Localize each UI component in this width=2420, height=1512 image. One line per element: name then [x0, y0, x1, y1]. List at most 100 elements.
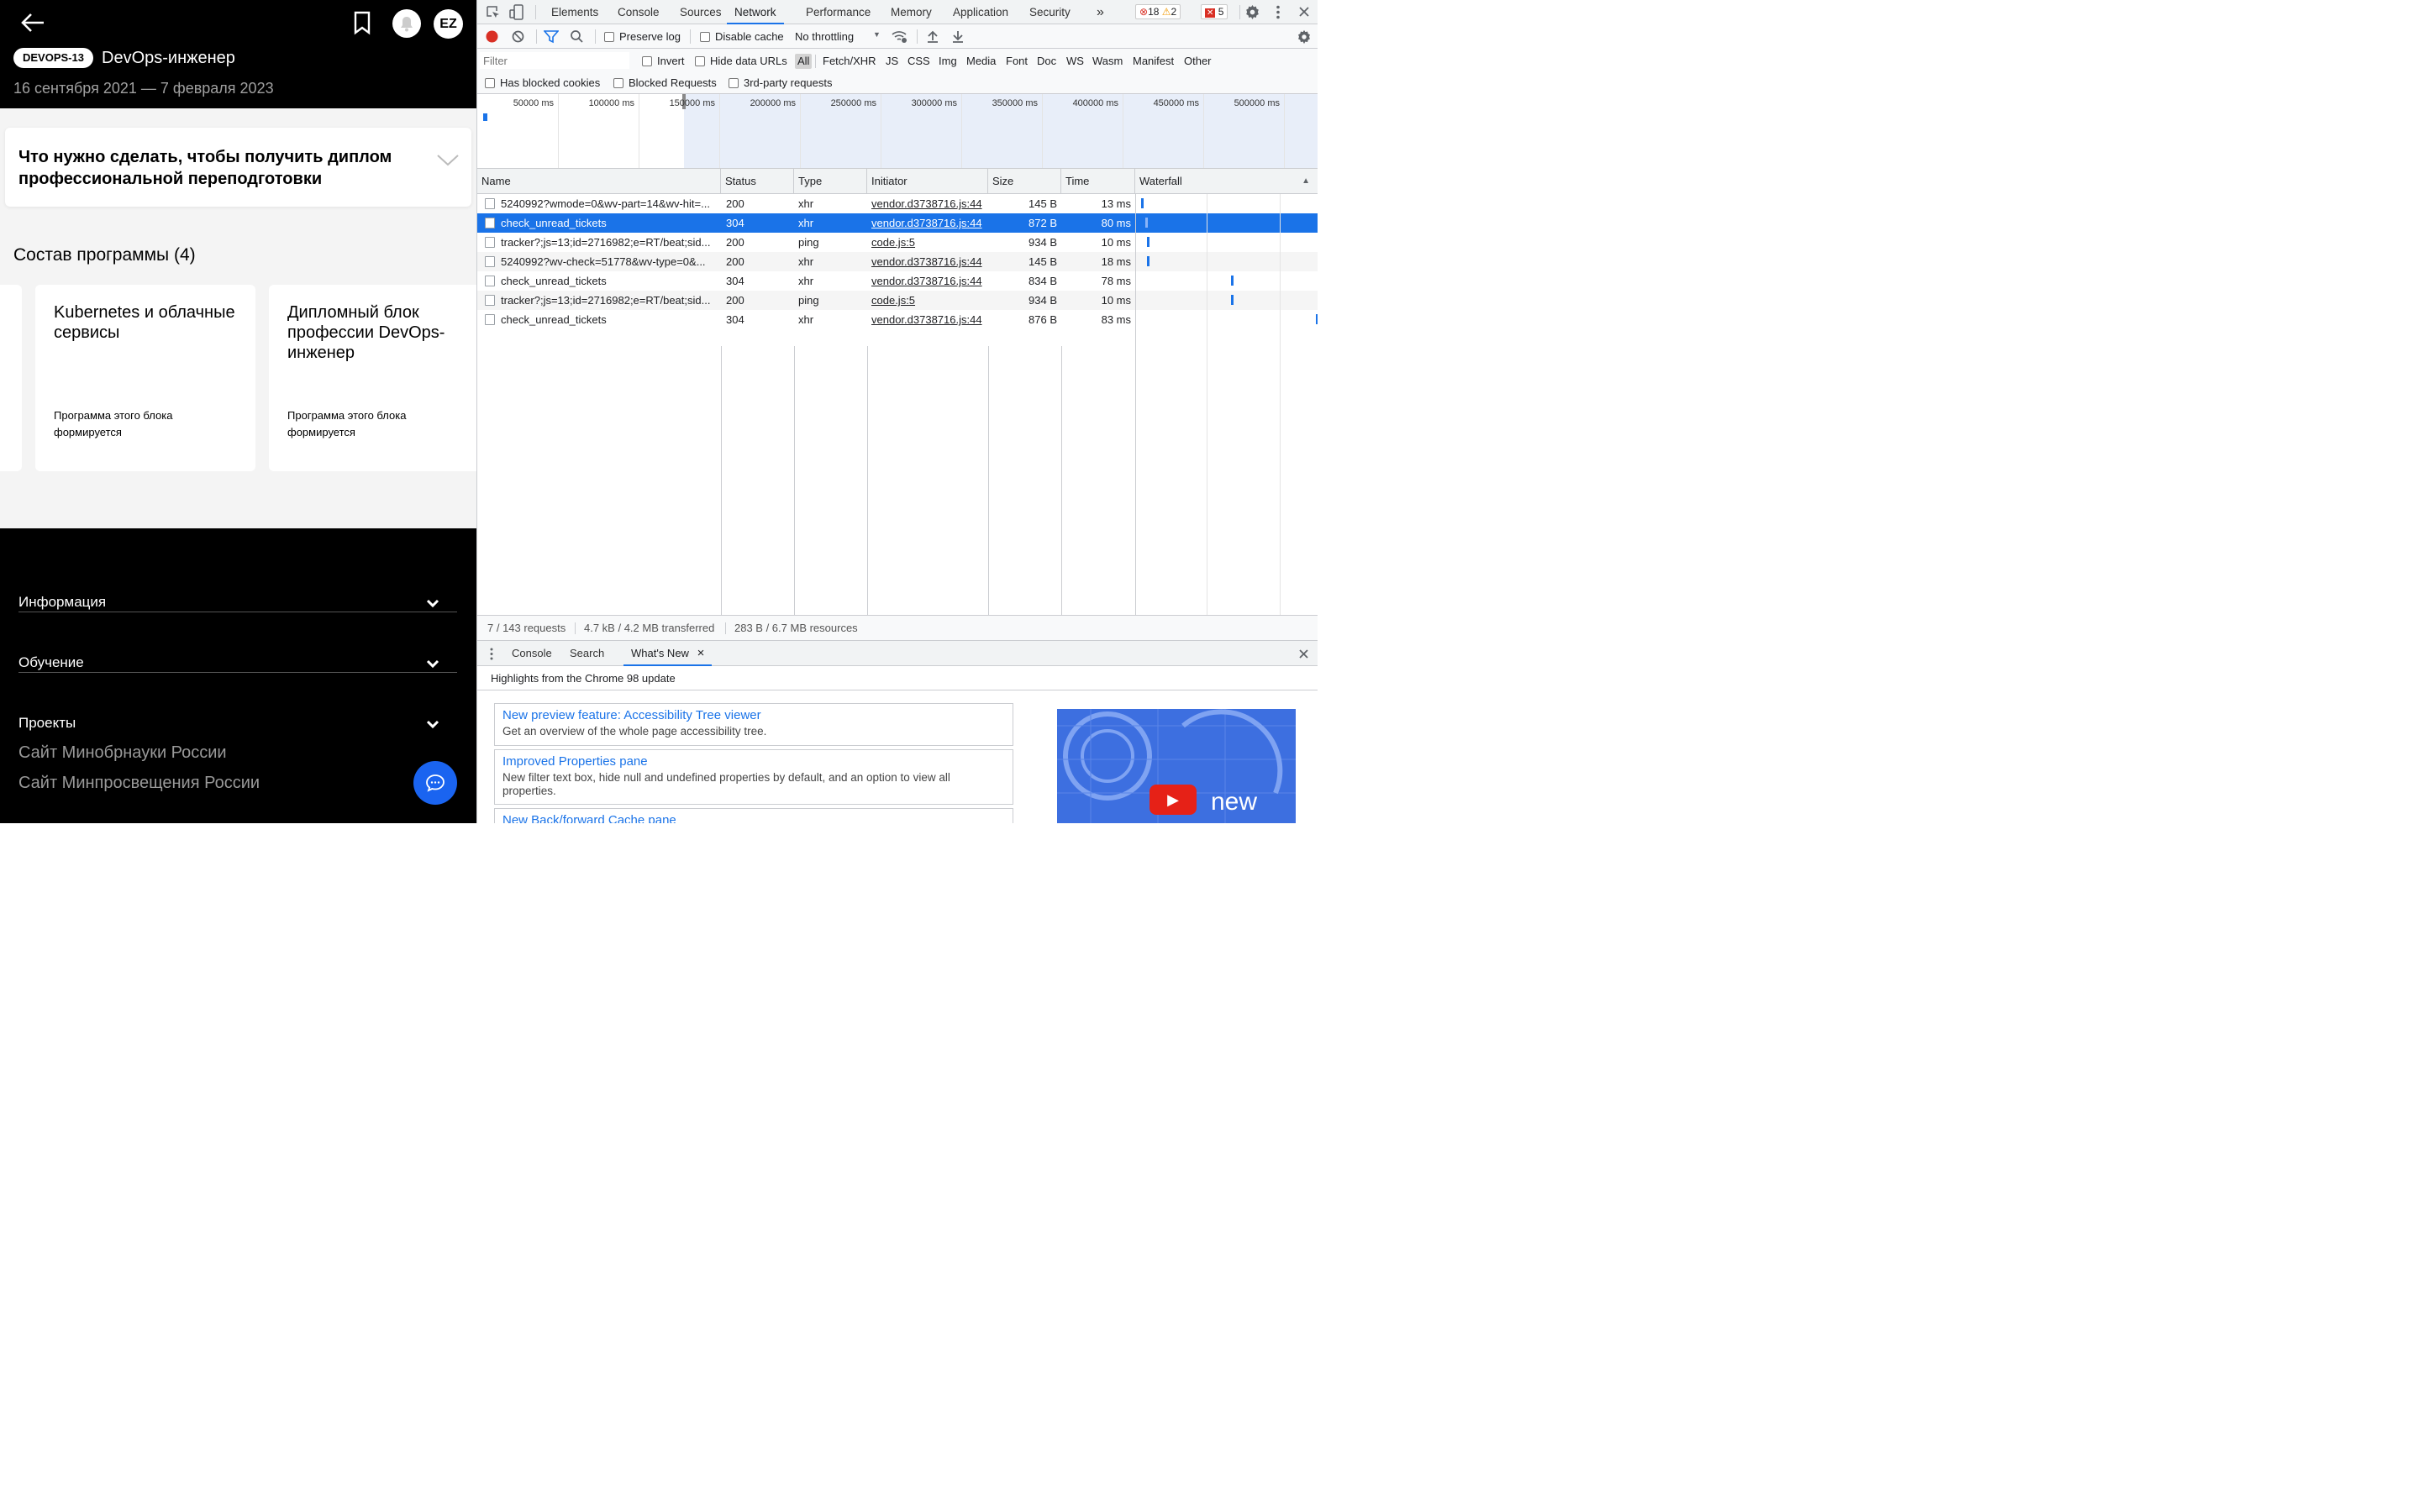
filter-type-wasm[interactable]: Wasm [1090, 54, 1125, 69]
request-row[interactable]: tracker?;js=13;id=2716982;e=RT/beat;sid.… [477, 233, 1318, 252]
drawer-menu-icon[interactable] [489, 648, 494, 660]
invert-checkbox[interactable]: Invert [642, 55, 685, 67]
settings-gear-icon[interactable] [1244, 4, 1260, 20]
close-drawer-icon[interactable] [1298, 648, 1309, 659]
throttling-select[interactable]: No throttling ▼ [795, 30, 881, 43]
filter-type-ws[interactable]: WS [1064, 54, 1086, 69]
request-row[interactable]: check_unread_tickets 304 xhr vendor.d373871… [477, 213, 1318, 233]
whats-new-item[interactable]: New Back/forward Cache pane [494, 808, 1013, 823]
tab-security[interactable]: Security [1029, 0, 1071, 24]
drawer-tab-console[interactable]: Console [512, 641, 552, 666]
tab-sources[interactable]: Sources [680, 0, 722, 24]
disable-cache-checkbox[interactable]: Disable cache [700, 30, 784, 43]
checkbox-label: Blocked Requests [629, 76, 717, 89]
footer-link-minobrnauki[interactable]: Сайт Минобрнауки России [18, 743, 227, 763]
inspect-element-icon[interactable] [486, 5, 501, 20]
request-row[interactable]: check_unread_tickets 304 xhr vendor.d373871… [477, 271, 1318, 291]
request-initiator-link[interactable]: vendor.d3738716.js:44 [871, 271, 985, 291]
search-icon[interactable] [570, 29, 584, 44]
chat-button[interactable] [413, 761, 457, 805]
whats-new-item-title[interactable]: New Back/forward Cache pane [502, 813, 1005, 823]
tab-memory[interactable]: Memory [891, 0, 932, 24]
col-size[interactable]: Size [988, 169, 1061, 194]
tab-network[interactable]: Network [727, 0, 784, 24]
col-type[interactable]: Type [794, 169, 867, 194]
bookmark-icon[interactable] [351, 10, 373, 35]
issues-badge[interactable]: ✕ 5 [1201, 4, 1228, 19]
hide-data-urls-checkbox[interactable]: Hide data URLs [695, 55, 787, 67]
whats-new-item[interactable]: Improved Properties pane New filter text… [494, 749, 1013, 805]
drawer-tab-whats-new[interactable]: What's New × [623, 641, 713, 666]
filter-type-js[interactable]: JS [883, 54, 901, 69]
filter-type-all[interactable]: All [795, 54, 813, 69]
tab-performance[interactable]: Performance [806, 0, 871, 24]
filter-type-other[interactable]: Other [1181, 54, 1214, 69]
filter-type-fetch-xhr[interactable]: Fetch/XHR [820, 54, 879, 69]
module-card[interactable]: Kubernetes и облачные сервисы Программа … [35, 285, 255, 471]
footer-item-projects[interactable]: Проекты [18, 673, 457, 733]
network-conditions-icon[interactable] [892, 29, 908, 44]
drawer-tab-search[interactable]: Search [570, 641, 604, 666]
tab-application[interactable]: Application [953, 0, 1008, 24]
request-initiator-link[interactable]: vendor.d3738716.js:44 [871, 310, 985, 329]
avatar[interactable]: EZ [434, 9, 463, 39]
close-devtools-icon[interactable] [1297, 5, 1311, 18]
back-arrow-icon[interactable] [18, 10, 47, 35]
errors-warnings-badge[interactable]: ⊗18 ⚠2 [1135, 4, 1181, 19]
whats-new-item-title[interactable]: Improved Properties pane [502, 754, 1005, 769]
whats-new-item-title[interactable]: New preview feature: Accessibility Tree … [502, 708, 1005, 723]
preserve-log-checkbox[interactable]: Preserve log [604, 30, 681, 43]
close-tab-icon[interactable]: × [697, 646, 705, 660]
module-card[interactable]: Дипломный блок профессии DevOps-инженер … [269, 285, 476, 471]
module-card-partial[interactable] [0, 285, 22, 471]
request-row[interactable]: 5240992?wv-check=51778&wv-type=0&... 200 x… [477, 252, 1318, 271]
request-initiator-link[interactable]: vendor.d3738716.js:44 [871, 213, 985, 233]
request-initiator-link[interactable]: vendor.d3738716.js:44 [871, 252, 985, 271]
request-name: check_unread_tickets [501, 313, 607, 326]
notifications-button[interactable] [392, 9, 421, 38]
more-vertical-icon[interactable] [1272, 4, 1284, 20]
request-row[interactable]: 5240992?wmode=0&wv-part=14&wv-hit=... 200… [477, 194, 1318, 213]
export-har-icon[interactable] [951, 29, 965, 44]
filter-type-manifest[interactable]: Manifest [1130, 54, 1176, 69]
footer-item-info[interactable]: Информация [18, 552, 457, 612]
device-toolbar-icon[interactable] [509, 4, 524, 20]
col-waterfall[interactable]: Waterfall ▲ [1135, 169, 1318, 194]
third-party-checkbox[interactable]: 3rd-party requests [729, 76, 833, 89]
more-tabs-button[interactable]: » [1097, 0, 1104, 24]
footer-item-learning[interactable]: Обучение [18, 612, 457, 673]
col-time[interactable]: Time [1061, 169, 1135, 194]
request-row[interactable]: check_unread_tickets 304 xhr vendor.d373871… [477, 310, 1318, 329]
request-initiator-link[interactable]: vendor.d3738716.js:44 [871, 194, 985, 213]
filter-type-css[interactable]: CSS [905, 54, 933, 69]
footer-link-minprosvesh[interactable]: Сайт Минпросвещения России [18, 774, 260, 793]
import-har-icon[interactable] [926, 29, 939, 44]
whats-new-item[interactable]: New preview feature: Accessibility Tree … [494, 703, 1013, 746]
tab-elements[interactable]: Elements [551, 0, 598, 24]
network-overview[interactable]: 50000 ms 100000 ms 150000 ms 200000 ms 25000… [477, 94, 1318, 169]
filter-type-img[interactable]: Img [936, 54, 960, 69]
diploma-requirements-accordion[interactable]: Что нужно сделать, чтобы получить диплом… [5, 128, 471, 207]
filter-type-doc[interactable]: Doc [1034, 54, 1059, 69]
filter-icon[interactable] [544, 29, 559, 44]
request-row[interactable]: tracker?;js=13;id=2716982;e=RT/beat;sid.… [477, 291, 1318, 310]
filter-input[interactable] [480, 52, 629, 69]
checkbox-box [642, 55, 652, 66]
col-name[interactable]: Name [477, 169, 721, 194]
filter-type-media[interactable]: Media [964, 54, 998, 69]
request-initiator-link[interactable]: code.js:5 [871, 233, 985, 252]
blocked-requests-checkbox[interactable]: Blocked Requests [613, 76, 717, 89]
clear-icon[interactable] [511, 29, 525, 44]
waterfall-gridline [1280, 194, 1281, 615]
col-status[interactable]: Status [721, 169, 794, 194]
network-settings-gear-icon[interactable] [1297, 29, 1312, 45]
request-initiator-link[interactable]: code.js:5 [871, 291, 985, 310]
tab-console[interactable]: Console [618, 0, 660, 24]
play-button[interactable]: ▶ [1150, 785, 1197, 815]
record-icon[interactable] [485, 29, 499, 44]
col-initiator[interactable]: Initiator [867, 169, 988, 194]
promo-text: new [1211, 788, 1258, 816]
blocked-cookies-checkbox[interactable]: Has blocked cookies [485, 76, 600, 89]
whats-new-video-thumbnail[interactable]: ▶ new [1057, 709, 1296, 823]
filter-type-font[interactable]: Font [1003, 54, 1030, 69]
